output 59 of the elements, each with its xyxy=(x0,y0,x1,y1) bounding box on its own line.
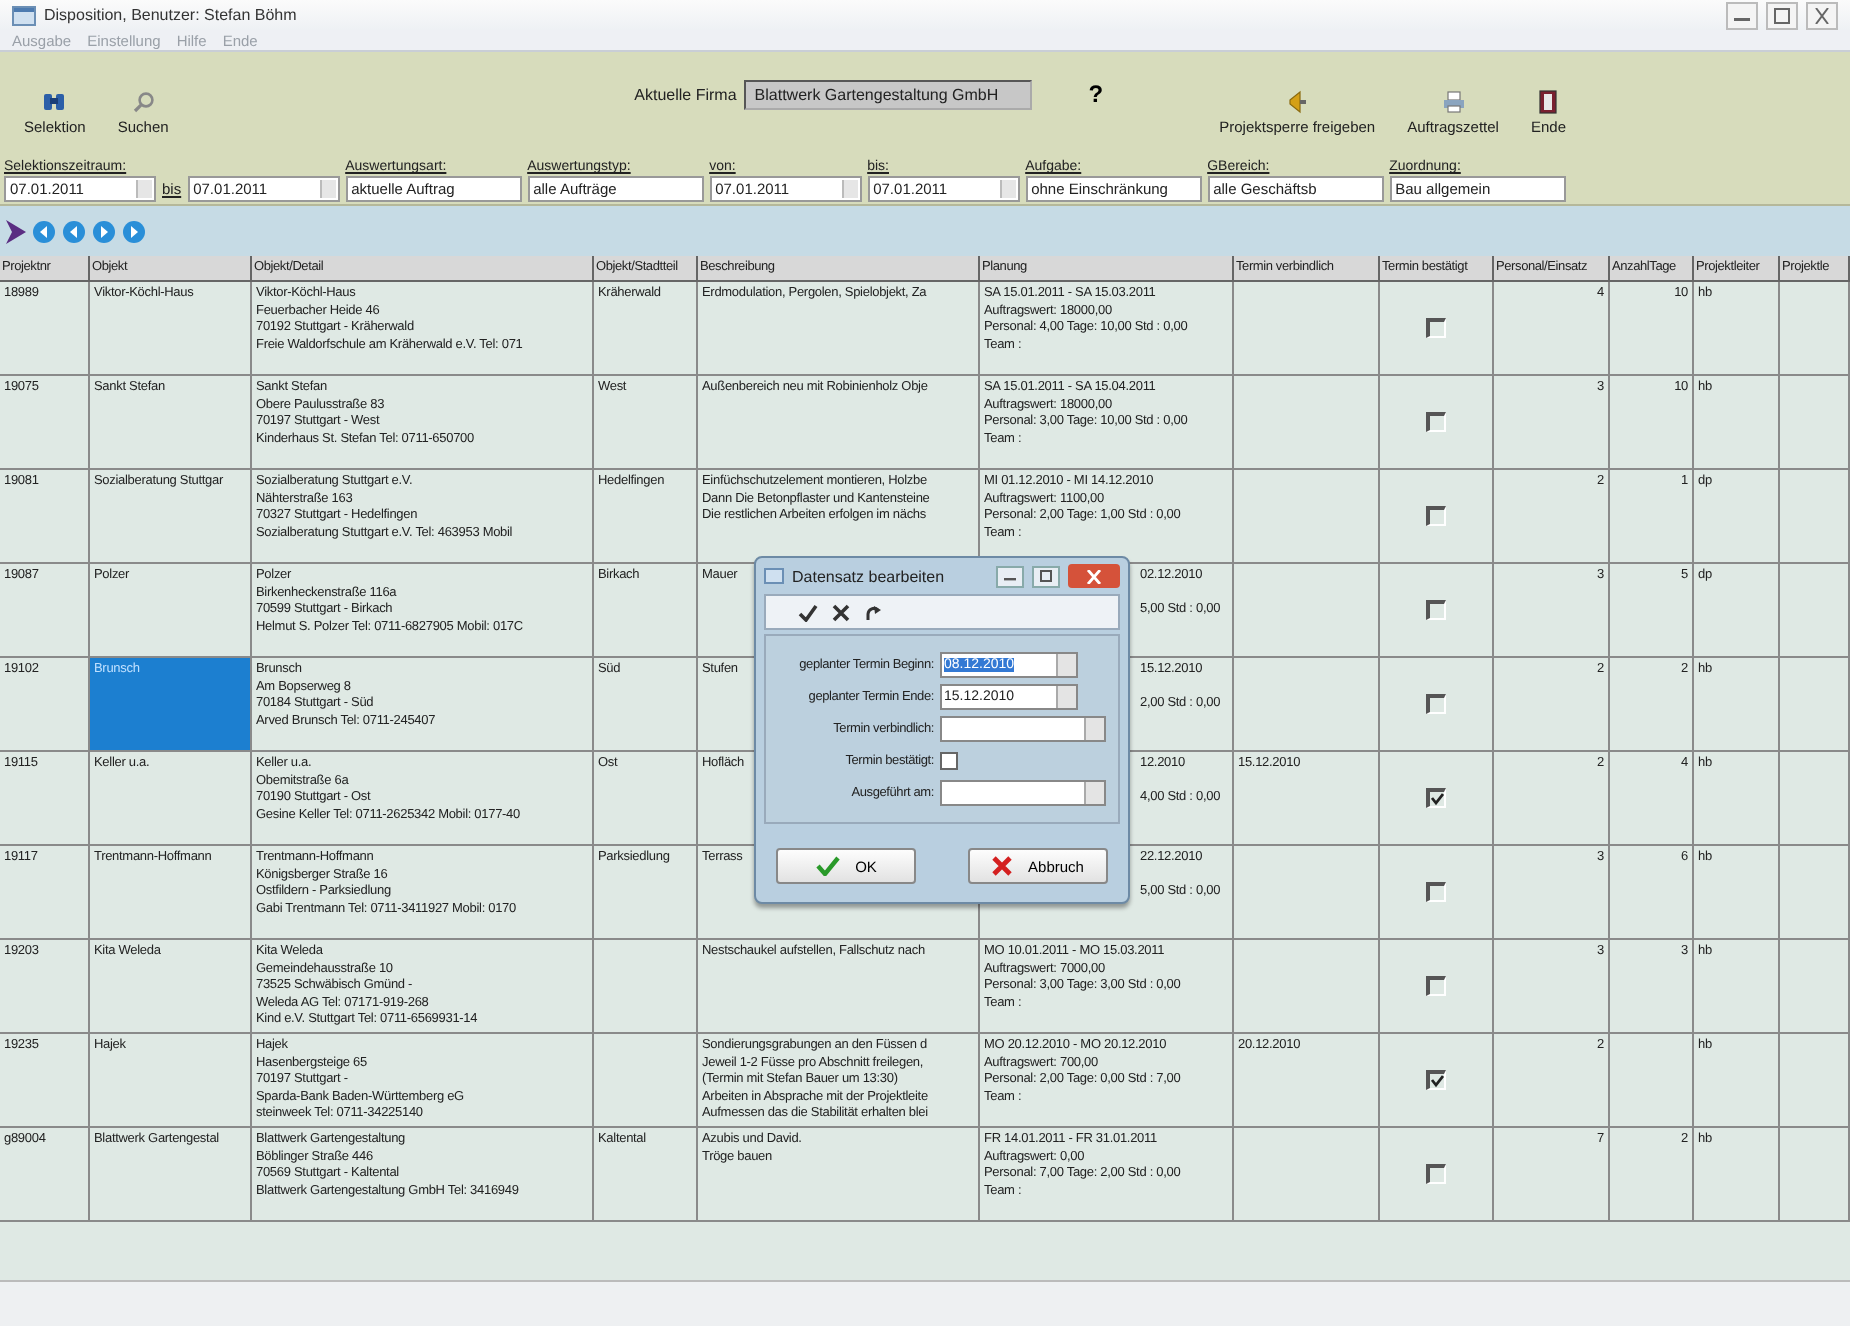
cancel-icon[interactable] xyxy=(832,603,850,621)
dialog-title: Datensatz bearbeiten xyxy=(792,567,945,585)
minimize-button[interactable] xyxy=(996,565,1024,587)
close-button[interactable] xyxy=(1806,1,1838,29)
table-cell xyxy=(1780,282,1850,376)
table-cell xyxy=(594,940,698,1034)
checkbox[interactable] xyxy=(1426,412,1446,432)
previous-record-icon[interactable] xyxy=(62,219,86,243)
check-icon[interactable] xyxy=(798,603,818,621)
dialog-icon xyxy=(764,568,784,584)
next-record-icon[interactable] xyxy=(92,219,116,243)
checkbox[interactable] xyxy=(1426,506,1446,526)
checkbox[interactable] xyxy=(1426,1070,1446,1090)
table-cell xyxy=(1610,1034,1694,1128)
checkbox[interactable] xyxy=(1426,694,1446,714)
maximize-button[interactable] xyxy=(1766,1,1798,29)
speaker-icon xyxy=(1285,90,1310,114)
play-icon[interactable] xyxy=(6,219,26,243)
table-cell xyxy=(1780,1034,1850,1128)
maximize-button[interactable] xyxy=(1032,565,1060,587)
checkbox[interactable] xyxy=(940,752,958,770)
company-field[interactable]: Blattwerk Gartengestaltung GmbH xyxy=(744,79,1033,109)
table-cell xyxy=(1780,564,1850,658)
checkmark-icon xyxy=(1430,792,1444,806)
first-record-icon[interactable] xyxy=(32,219,56,243)
date-field[interactable] xyxy=(940,716,1106,742)
checkbox[interactable] xyxy=(1426,788,1446,808)
close-button[interactable] xyxy=(1068,564,1120,588)
checkmark-icon xyxy=(1430,1074,1444,1088)
table-cell xyxy=(1780,940,1850,1034)
close-icon xyxy=(1812,7,1832,23)
table-cell xyxy=(594,1034,698,1128)
search-icon xyxy=(131,90,156,114)
maximize-icon xyxy=(1038,570,1054,582)
table-cell xyxy=(1780,658,1850,752)
redo-icon[interactable] xyxy=(864,603,882,621)
table-cell xyxy=(1780,376,1850,470)
printer-icon xyxy=(1441,90,1466,114)
checkbox[interactable] xyxy=(1426,976,1446,996)
maximize-icon xyxy=(1772,7,1792,23)
door-icon xyxy=(1538,90,1559,114)
date-field[interactable] xyxy=(940,780,1106,806)
checkbox[interactable] xyxy=(1426,882,1446,902)
minimize-button[interactable] xyxy=(1726,1,1758,29)
checkbox[interactable] xyxy=(1426,318,1446,338)
app-icon xyxy=(12,5,36,25)
window-title: Disposition, Benutzer: Stefan Böhm xyxy=(44,6,297,24)
help-button[interactable]: ? xyxy=(1088,80,1104,108)
table-cell xyxy=(1780,470,1850,564)
checkbox[interactable] xyxy=(1426,1164,1446,1184)
close-icon xyxy=(1086,569,1102,583)
binoculars-icon xyxy=(42,90,67,114)
last-record-icon[interactable] xyxy=(122,219,146,243)
checkbox[interactable] xyxy=(1426,600,1446,620)
company-label: Aktuelle Firma xyxy=(634,85,737,103)
cross-icon xyxy=(992,856,1013,876)
table-cell xyxy=(1780,752,1850,846)
table-cell xyxy=(1780,846,1850,940)
checkmark-icon xyxy=(815,856,840,876)
